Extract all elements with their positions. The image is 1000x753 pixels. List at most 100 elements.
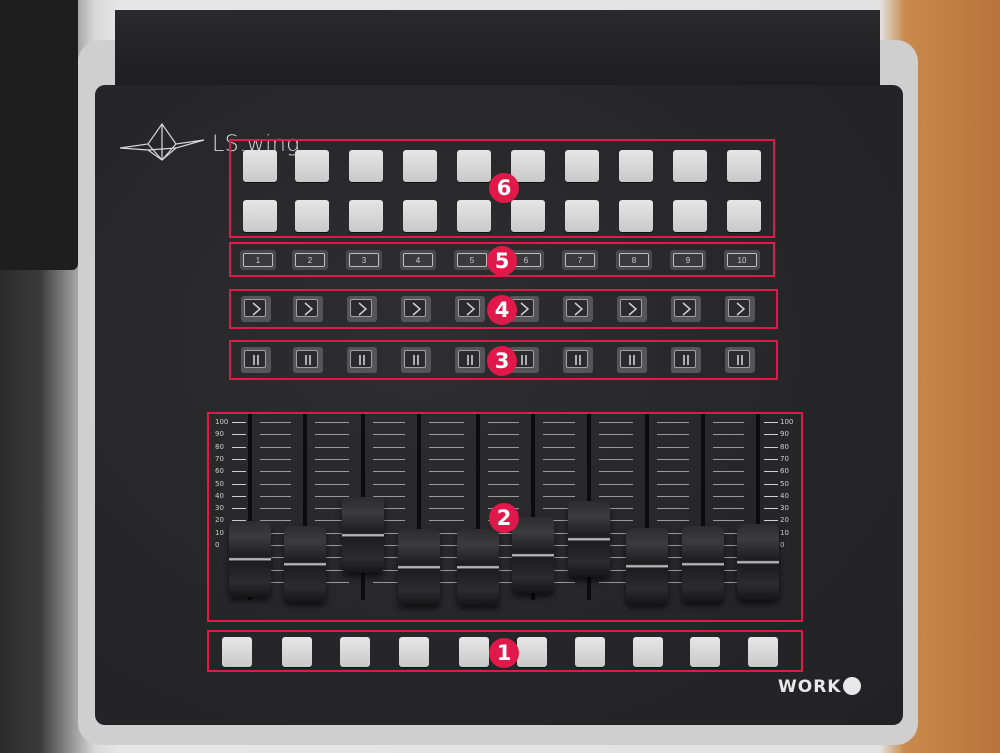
fader-scale-right-tick bbox=[764, 422, 778, 423]
pause-key[interactable] bbox=[563, 347, 593, 373]
playback-pad[interactable] bbox=[403, 150, 437, 182]
fader-scale-right-label: 80 bbox=[780, 442, 789, 451]
flash-pad[interactable] bbox=[222, 637, 252, 667]
pause-key[interactable] bbox=[725, 347, 755, 373]
playback-pad[interactable] bbox=[243, 200, 277, 232]
playback-pad[interactable] bbox=[727, 200, 761, 232]
fader-gridline bbox=[429, 422, 464, 423]
pause-key[interactable] bbox=[347, 347, 377, 373]
fader-gridline bbox=[260, 508, 291, 510]
fader-gridline bbox=[488, 422, 519, 423]
fader-knob[interactable] bbox=[568, 500, 610, 577]
flash-pad[interactable] bbox=[633, 637, 663, 667]
fader-gridline bbox=[373, 483, 405, 485]
flash-pad[interactable] bbox=[399, 637, 429, 667]
flash-pad[interactable] bbox=[575, 637, 605, 667]
fader-gridline bbox=[260, 483, 291, 485]
playback-pad[interactable] bbox=[673, 150, 707, 182]
playback-pad[interactable] bbox=[673, 200, 707, 232]
fader-gridline bbox=[488, 434, 519, 436]
fader-gridline bbox=[657, 422, 689, 423]
playback-pad[interactable] bbox=[295, 200, 329, 232]
flash-pad[interactable] bbox=[517, 637, 547, 667]
fader-scale-left-label: 10 bbox=[215, 528, 224, 537]
fader-scale-right-label: 40 bbox=[780, 491, 789, 500]
fader-knob[interactable] bbox=[342, 497, 384, 574]
fader-knob[interactable] bbox=[682, 526, 724, 603]
chevron-right-icon bbox=[736, 302, 746, 316]
playback-pad[interactable] bbox=[243, 150, 277, 182]
playback-pad[interactable] bbox=[565, 150, 599, 182]
fader-gridline bbox=[373, 458, 405, 460]
playback-pad[interactable] bbox=[349, 150, 383, 182]
fader-gridline bbox=[599, 495, 633, 497]
fader-scale-right-label: 100 bbox=[780, 418, 794, 426]
pause-icon bbox=[683, 355, 689, 365]
fader-knob[interactable] bbox=[457, 528, 499, 605]
pause-key[interactable] bbox=[293, 347, 323, 373]
number-key-2[interactable]: 2 bbox=[295, 253, 325, 267]
pause-icon bbox=[413, 355, 419, 365]
fader-gridline bbox=[713, 422, 744, 423]
go-key[interactable] bbox=[293, 296, 323, 322]
playback-pad[interactable] bbox=[619, 150, 653, 182]
number-key-7[interactable]: 7 bbox=[565, 253, 595, 267]
chevron-right-icon bbox=[358, 302, 368, 316]
fader-gridline bbox=[657, 434, 689, 436]
go-key[interactable] bbox=[563, 296, 593, 322]
number-key-5[interactable]: 5 bbox=[457, 253, 487, 267]
pause-key[interactable] bbox=[617, 347, 647, 373]
fader-gridline bbox=[657, 520, 689, 522]
flash-pad[interactable] bbox=[459, 637, 489, 667]
pause-key[interactable] bbox=[241, 347, 271, 373]
fader-scale-left-tick bbox=[232, 458, 246, 460]
fader-knob[interactable] bbox=[229, 520, 271, 597]
fader-gridline bbox=[599, 471, 633, 473]
number-key-3[interactable]: 3 bbox=[349, 253, 379, 267]
number-key-1[interactable]: 1 bbox=[243, 253, 273, 267]
playback-pad[interactable] bbox=[457, 200, 491, 232]
fader-gridline bbox=[260, 471, 291, 473]
go-key[interactable] bbox=[401, 296, 431, 322]
go-key[interactable] bbox=[671, 296, 701, 322]
playback-pad[interactable] bbox=[511, 150, 545, 182]
number-key-10[interactable]: 10 bbox=[727, 253, 757, 267]
playback-pad[interactable] bbox=[457, 150, 491, 182]
go-key[interactable] bbox=[617, 296, 647, 322]
fader-gridline bbox=[599, 434, 633, 436]
pause-key[interactable] bbox=[455, 347, 485, 373]
fader-scale-right-tick bbox=[764, 495, 778, 497]
number-key-8[interactable]: 8 bbox=[619, 253, 649, 267]
maker-logo: WORK bbox=[778, 677, 862, 697]
playback-pad[interactable] bbox=[403, 200, 437, 232]
fader-knob[interactable] bbox=[626, 527, 668, 604]
fader-knob[interactable] bbox=[737, 524, 779, 601]
fader-gridline bbox=[260, 422, 291, 423]
playback-pad[interactable] bbox=[349, 200, 383, 232]
pause-icon bbox=[359, 355, 365, 365]
playback-pad[interactable] bbox=[511, 200, 545, 232]
fader-scale-left-label: 60 bbox=[215, 467, 224, 476]
pause-key[interactable] bbox=[671, 347, 701, 373]
fader-scale-left-tick bbox=[232, 434, 246, 436]
go-key[interactable] bbox=[241, 296, 271, 322]
flash-pad[interactable] bbox=[340, 637, 370, 667]
number-key-9[interactable]: 9 bbox=[673, 253, 703, 267]
go-key[interactable] bbox=[455, 296, 485, 322]
fader-knob[interactable] bbox=[512, 517, 554, 594]
playback-pad[interactable] bbox=[295, 150, 329, 182]
playback-pad[interactable] bbox=[727, 150, 761, 182]
number-key-4[interactable]: 4 bbox=[403, 253, 433, 267]
flash-pad[interactable] bbox=[690, 637, 720, 667]
flash-pad[interactable] bbox=[748, 637, 778, 667]
go-key[interactable] bbox=[725, 296, 755, 322]
pause-key[interactable] bbox=[401, 347, 431, 373]
playback-pad[interactable] bbox=[565, 200, 599, 232]
fader-knob[interactable] bbox=[398, 528, 440, 605]
fader-gridline bbox=[657, 508, 689, 510]
fader-scale-right-tick bbox=[764, 434, 778, 436]
fader-knob[interactable] bbox=[284, 526, 326, 603]
playback-pad[interactable] bbox=[619, 200, 653, 232]
flash-pad[interactable] bbox=[282, 637, 312, 667]
go-key[interactable] bbox=[347, 296, 377, 322]
